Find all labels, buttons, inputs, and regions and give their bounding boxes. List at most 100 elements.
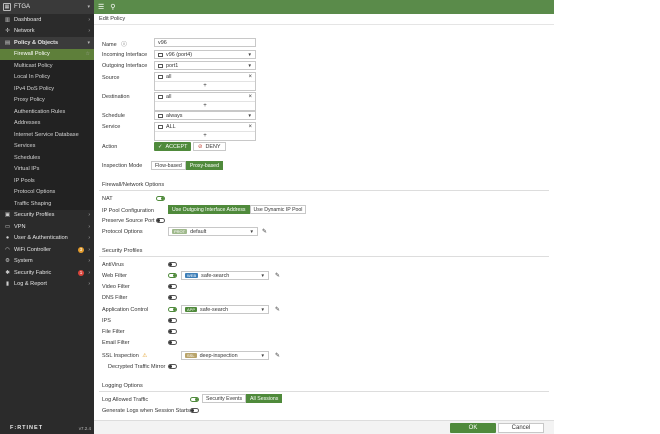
ssl-inspection-label: SSL Inspection ⚠	[102, 353, 148, 359]
email-filter-label: Email Filter	[102, 340, 130, 346]
menu-icon[interactable]: ☰	[98, 3, 104, 11]
log-allowed-traffic-toggle[interactable]	[190, 397, 199, 402]
email-filter-toggle[interactable]	[168, 340, 177, 345]
sidebar-item-local-in-policy[interactable]: Local In Policy	[0, 72, 94, 84]
sidebar-item-security-fabric[interactable]: ✱ Security Fabric 1 ›	[0, 267, 94, 279]
info-icon: ⓘ	[121, 42, 127, 48]
close-icon[interactable]: ×	[248, 94, 252, 100]
sidebar-item-internet-service-database[interactable]: Internet Service Database	[0, 129, 94, 141]
proxy-based-option[interactable]: Proxy-based	[185, 161, 223, 170]
sidebar-item-dashboard[interactable]: ▥ Dashboard ›	[0, 14, 94, 26]
add-source-button[interactable]: +	[155, 82, 255, 90]
dashboard-icon: ▥	[4, 16, 11, 23]
schedule-select[interactable]: always ▼	[154, 111, 256, 120]
sidebar-item-label: Traffic Shaping	[14, 200, 52, 207]
policy-icon: ▤	[4, 39, 11, 46]
decrypted-traffic-mirror-toggle[interactable]	[168, 364, 177, 369]
name-field[interactable]: v96	[154, 38, 256, 47]
sidebar-item-label: Schedules	[14, 154, 41, 161]
use-dynamic-option[interactable]: Use Dynamic IP Pool	[249, 205, 307, 214]
chevron-down-icon: ▾	[87, 4, 90, 10]
star-icon[interactable]: ☆	[86, 51, 90, 57]
inspection-mode-label: Inspection Mode	[102, 163, 143, 169]
incoming-interface-select[interactable]: v96 (port4) ▼	[154, 50, 256, 59]
outgoing-interface-label: Outgoing Interface	[102, 63, 148, 69]
nat-toggle[interactable]	[156, 196, 165, 201]
section-security-profiles: Security Profiles	[99, 248, 549, 257]
schedule-icon	[158, 113, 163, 118]
flow-based-option[interactable]: Flow-based	[151, 161, 186, 170]
lock-icon: ▣	[4, 212, 11, 219]
application-control-select[interactable]: APP safe-search ▼	[181, 305, 269, 314]
sidebar-item-proxy-policy[interactable]: Proxy Policy	[0, 95, 94, 107]
action-label: Action	[102, 144, 118, 150]
sidebar-item-security-profiles[interactable]: ▣ Security Profiles ›	[0, 210, 94, 222]
sidebar-item-protocol-options[interactable]: Protocol Options	[0, 187, 94, 199]
all-sessions-option[interactable]: All Sessions	[246, 394, 283, 403]
web-filter-toggle[interactable]	[168, 273, 177, 278]
gear-icon: ⚙	[5, 258, 10, 265]
ssl-inspection-select[interactable]: SSL deep-inspection ▼	[181, 351, 269, 360]
sidebar-item-authentication-rules[interactable]: Authentication Rules	[0, 106, 94, 118]
application-control-toggle[interactable]	[168, 307, 177, 312]
sidebar-item-wifi-controller[interactable]: ◠ WiFi Controller 3 ›	[0, 244, 94, 256]
log-scope-toggle: Security Events All Sessions	[202, 394, 283, 403]
ips-label: IPS	[102, 318, 111, 324]
web-filter-select[interactable]: WEB safe-search ▼	[181, 271, 269, 280]
sidebar-item-label: Policy & Objects	[14, 39, 59, 46]
sidebar-item-ip-pools[interactable]: IP Pools	[0, 175, 94, 187]
sidebar-item-traffic-shaping[interactable]: Traffic Shaping	[0, 198, 94, 210]
log-session-start-toggle[interactable]	[190, 408, 199, 413]
sidebar-item-log-report[interactable]: ▮ Log & Report ›	[0, 279, 94, 291]
add-destination-button[interactable]: +	[155, 102, 255, 110]
sidebar-item-ipv4-dos-policy[interactable]: IPv4 DoS Policy	[0, 83, 94, 95]
sidebar-item-label: IP Pools	[14, 177, 35, 184]
close-icon[interactable]: ×	[248, 74, 252, 80]
destination-entry[interactable]: all ×	[155, 93, 255, 102]
file-filter-toggle[interactable]	[168, 329, 177, 334]
sidebar-item-network[interactable]: ✢ Network ›	[0, 26, 94, 38]
close-icon[interactable]: ×	[248, 124, 252, 130]
sidebar-item-multicast-policy[interactable]: Multicast Policy	[0, 60, 94, 72]
chevron-right-icon: ›	[88, 235, 90, 242]
destination-label: Destination	[102, 94, 130, 100]
deny-button[interactable]: ⊘ DENY	[193, 142, 226, 151]
sidebar-item-services[interactable]: Services	[0, 141, 94, 153]
protocol-options-select[interactable]: PROT default ▼	[168, 227, 258, 236]
edit-icon[interactable]: ✎	[275, 306, 280, 313]
sidebar-footer: F:RTINET v7.2.4	[0, 422, 94, 434]
chevron-right-icon: ›	[88, 246, 90, 253]
edit-icon[interactable]: ✎	[262, 228, 267, 235]
brand-bar[interactable]: ▦ FTGA ▾	[0, 0, 94, 14]
antivirus-toggle[interactable]	[168, 262, 177, 267]
sidebar-item-user-authentication[interactable]: ● User & Authentication ›	[0, 233, 94, 245]
dns-filter-label: DNS Filter	[102, 295, 128, 301]
ok-button[interactable]: OK	[450, 423, 496, 433]
chevron-down-icon: ▼	[260, 353, 265, 358]
decrypted-traffic-mirror-label: Decrypted Traffic Mirror	[108, 364, 166, 370]
sidebar-item-system[interactable]: ⚙ System ›	[0, 256, 94, 268]
cancel-button[interactable]: Cancel	[498, 423, 544, 433]
chevron-down-icon: ▼	[260, 273, 265, 278]
video-filter-toggle[interactable]	[168, 284, 177, 289]
outgoing-interface-select[interactable]: port1 ▼	[154, 61, 256, 70]
edit-icon[interactable]: ✎	[275, 352, 280, 359]
sidebar-item-firewall-policy[interactable]: Firewall Policy ☆	[0, 48, 94, 60]
service-entry[interactable]: ALL ×	[155, 123, 255, 132]
sidebar-item-virtual-ips[interactable]: Virtual IPs	[0, 164, 94, 176]
accept-button[interactable]: ✓ ACCEPT	[154, 142, 192, 151]
sidebar-item-schedules[interactable]: Schedules	[0, 152, 94, 164]
dns-filter-toggle[interactable]	[168, 295, 177, 300]
use-outgoing-option[interactable]: Use Outgoing Interface Address	[168, 205, 250, 214]
edit-icon[interactable]: ✎	[275, 272, 280, 279]
sidebar-item-vpn[interactable]: ▭ VPN ›	[0, 221, 94, 233]
sidebar-item-policy-objects[interactable]: ▤ Policy & Objects ▾	[0, 37, 94, 49]
sidebar-item-label: Internet Service Database	[14, 131, 79, 138]
preserve-source-port-toggle[interactable]	[156, 218, 165, 223]
security-events-option[interactable]: Security Events	[202, 394, 247, 403]
add-service-button[interactable]: +	[155, 132, 255, 140]
source-entry[interactable]: all ×	[155, 73, 255, 82]
search-icon[interactable]: ⚲	[110, 3, 115, 11]
sidebar-item-addresses[interactable]: Addresses	[0, 118, 94, 130]
ips-toggle[interactable]	[168, 318, 177, 323]
